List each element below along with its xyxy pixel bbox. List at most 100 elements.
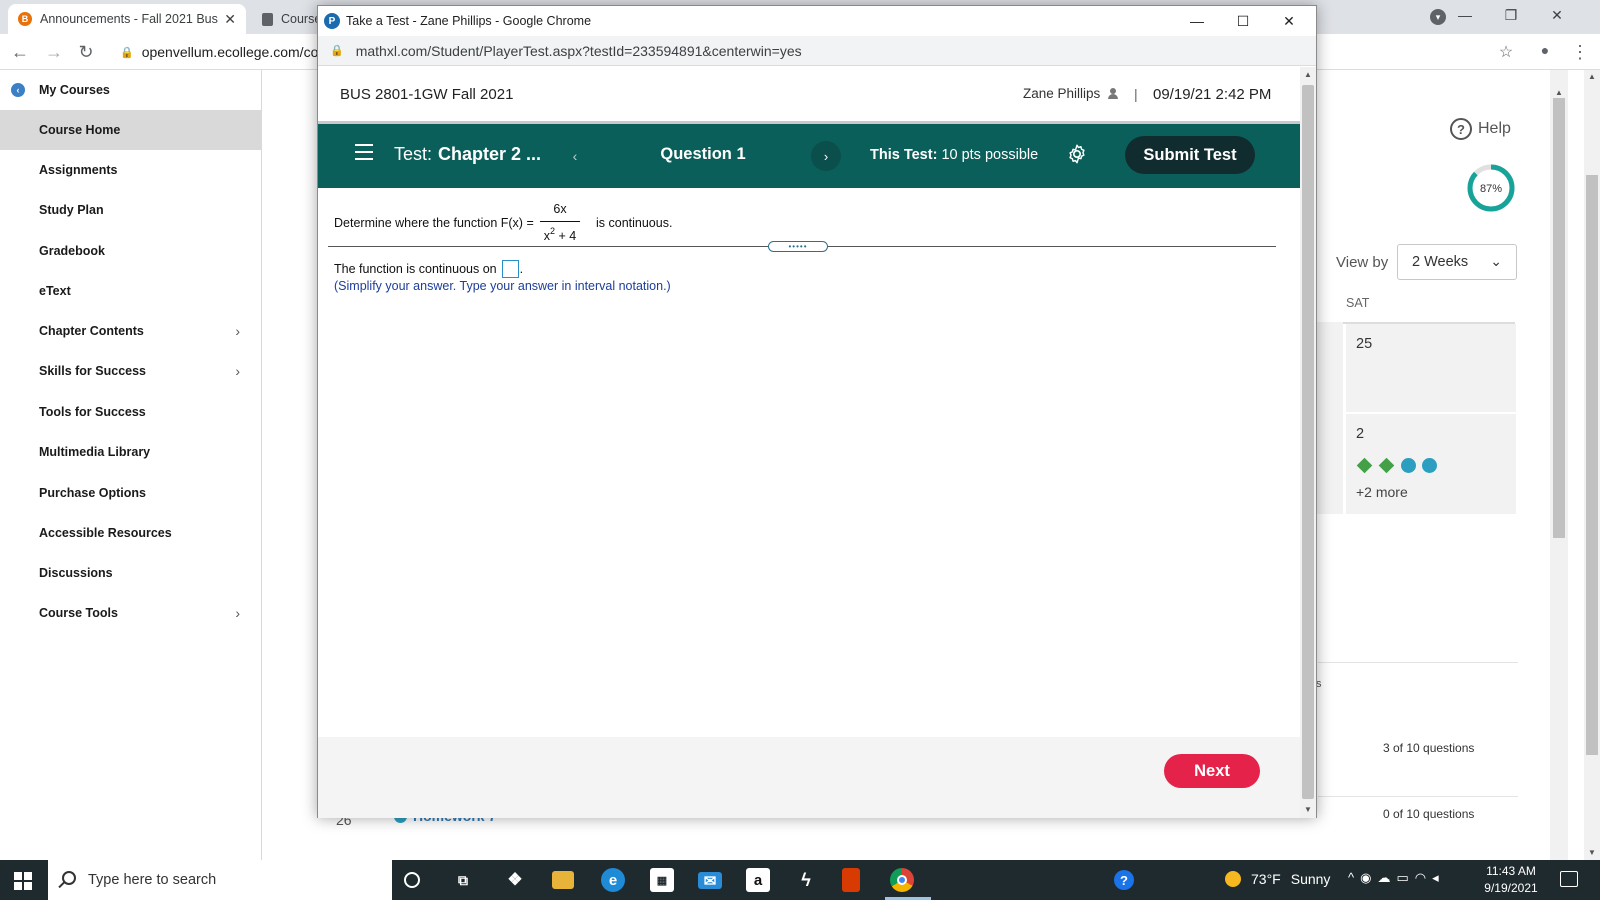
popup-window-title: Take a Test - Zane Phillips - Google Chr…	[346, 14, 592, 28]
calendar-cell[interactable]: 25	[1346, 324, 1516, 412]
store-icon[interactable]: ▦	[650, 868, 674, 892]
answer-suffix: .	[519, 262, 524, 276]
windows-start-icon[interactable]	[14, 872, 32, 890]
taskbar-clock[interactable]: 11:43 AM 9/19/2021	[1476, 863, 1546, 897]
sidebar-item-etext[interactable]: eText	[0, 271, 262, 311]
lock-icon: 🔒	[330, 45, 344, 57]
chevron-right-icon: ›	[235, 605, 240, 621]
calendar-cell[interactable]: 2 +2 more	[1346, 414, 1516, 514]
assignment-circle-icon[interactable]	[1422, 458, 1437, 473]
scroll-thumb[interactable]	[1302, 85, 1314, 799]
points-text: 10 pts possible	[941, 147, 1039, 163]
calendar-more-link[interactable]: +2 more	[1356, 484, 1408, 500]
window-scrollbar[interactable]: ▲ ▼	[1584, 70, 1600, 860]
sidebar-item-course-tools[interactable]: Course Tools ›	[0, 593, 262, 633]
taskbar-search-input[interactable]: Type here to search	[48, 860, 392, 900]
notification-icon[interactable]	[1560, 871, 1578, 887]
chevron-up-icon[interactable]: ^	[1348, 870, 1360, 885]
gear-icon[interactable]	[1066, 143, 1088, 165]
volume-icon[interactable]: ◂	[1432, 870, 1445, 885]
answer-input[interactable]	[501, 260, 519, 278]
sidebar-item-course-home[interactable]: Course Home	[0, 110, 262, 150]
back-arrow-icon[interactable]: ←	[10, 42, 30, 63]
help-question-icon[interactable]: ?	[1114, 870, 1134, 890]
view-by-select[interactable]: 2 Weeks ⌄	[1397, 244, 1517, 280]
lock-icon: 🔒	[120, 46, 134, 59]
reload-icon[interactable]: ↻	[76, 42, 96, 63]
mathxl-favicon: P	[324, 13, 340, 29]
app-bolt-icon[interactable]: ϟ	[794, 868, 818, 892]
battery-icon[interactable]: ▭	[1396, 870, 1414, 885]
address-bar[interactable]: 🔒 openvellum.ecollege.com/co	[120, 40, 318, 64]
scroll-down-icon[interactable]: ▼	[1588, 848, 1596, 857]
divider-drag-handle[interactable]: •••••	[768, 241, 828, 252]
onedrive-icon[interactable]: ☁	[1377, 870, 1396, 885]
minimize-icon[interactable]: —	[1442, 0, 1488, 30]
dropbox-icon[interactable]: ❖	[503, 868, 527, 892]
scroll-up-icon[interactable]: ▲	[1588, 72, 1596, 81]
progress-percent: 87%	[1480, 183, 1502, 195]
minimize-icon[interactable]: —	[1174, 6, 1220, 36]
profile-icon[interactable]: ●	[1535, 42, 1555, 58]
popup-address-bar[interactable]: 🔒 mathxl.com/Student/PlayerTest.aspx?tes…	[318, 36, 1316, 66]
wifi-icon[interactable]: ◠	[1415, 870, 1432, 885]
test-title[interactable]: Test: Chapter 2 ...	[394, 144, 541, 165]
close-tab-icon[interactable]: ✕	[224, 11, 236, 28]
sidebar-item-gradebook[interactable]: Gradebook	[0, 231, 262, 271]
page-scrollbar[interactable]: ▲	[1550, 70, 1568, 860]
scroll-up-icon[interactable]: ▲	[1304, 70, 1312, 79]
task-view-icon[interactable]: ⧉	[451, 868, 475, 892]
previous-question-button[interactable]: ‹	[560, 138, 590, 174]
popup-titlebar[interactable]: P Take a Test - Zane Phillips - Google C…	[318, 6, 1316, 36]
calendar-column	[1313, 322, 1343, 514]
test-datetime: 09/19/21 2:42 PM	[1153, 86, 1272, 103]
scroll-up-icon[interactable]: ▲	[1555, 88, 1563, 97]
clock-time: 11:43 AM	[1486, 864, 1536, 878]
scroll-down-icon[interactable]: ▼	[1304, 805, 1312, 814]
sidebar-item-accessible-resources[interactable]: Accessible Resources	[0, 513, 262, 553]
sidebar-item-tools-for-success[interactable]: Tools for Success	[0, 392, 262, 432]
scroll-thumb[interactable]	[1553, 98, 1565, 538]
help-link[interactable]: ? Help	[1450, 118, 1511, 140]
bookmark-star-icon[interactable]: ☆	[1496, 42, 1516, 62]
weather-desc: Sunny	[1290, 871, 1331, 887]
browser-tab-announcements[interactable]: B Announcements - Fall 2021 Busin ✕	[8, 4, 246, 34]
maximize-icon[interactable]: ☐	[1220, 6, 1266, 36]
sidebar-item-discussions[interactable]: Discussions	[0, 553, 262, 593]
sidebar-item-chapter-contents[interactable]: Chapter Contents ›	[0, 311, 262, 351]
sidebar-item-my-courses[interactable]: ‹ My Courses	[0, 70, 262, 110]
question-label[interactable]: Question 1	[618, 145, 788, 164]
close-window-icon[interactable]: ✕	[1266, 6, 1312, 36]
sidebar-item-purchase-options[interactable]: Purchase Options	[0, 473, 262, 513]
mail-icon[interactable]: ✉	[698, 872, 722, 890]
popup-scrollbar[interactable]: ▲ ▼	[1300, 67, 1316, 818]
forward-arrow-icon[interactable]: →	[44, 42, 64, 63]
sidebar-item-label: Assignments	[39, 163, 118, 177]
sidebar-item-skills-for-success[interactable]: Skills for Success ›	[0, 351, 262, 391]
edge-browser-icon[interactable]: e	[601, 868, 625, 892]
hamburger-menu-icon[interactable]	[355, 144, 373, 160]
office-icon[interactable]	[842, 868, 860, 892]
menu-kebab-icon[interactable]: ⋮	[1570, 42, 1590, 63]
next-button[interactable]: Next	[1164, 754, 1260, 788]
sidebar-item-multimedia-library[interactable]: Multimedia Library	[0, 432, 262, 472]
assignment-diamond-icon[interactable]	[1378, 457, 1395, 474]
cortana-icon[interactable]	[404, 872, 420, 888]
file-explorer-icon[interactable]	[552, 871, 574, 889]
close-window-icon[interactable]: ✕	[1534, 0, 1580, 30]
sidebar-item-label: Tools for Success	[39, 405, 146, 419]
sidebar-item-assignments[interactable]: Assignments	[0, 150, 262, 190]
assignment-diamond-icon[interactable]	[1356, 457, 1373, 474]
chrome-icon[interactable]	[890, 868, 914, 892]
assignment-circle-icon[interactable]	[1401, 458, 1416, 473]
weather-widget[interactable]: 73°F Sunny	[1225, 871, 1330, 887]
denominator-exponent: 2	[550, 226, 556, 236]
amazon-icon[interactable]: a	[746, 868, 770, 892]
meet-now-icon[interactable]: ◉	[1360, 870, 1377, 885]
restore-icon[interactable]: ❐	[1488, 0, 1534, 30]
system-tray[interactable]: ^◉☁▭◠◂	[1348, 870, 1445, 886]
submit-test-button[interactable]: Submit Test	[1125, 136, 1255, 174]
next-question-arrow-button[interactable]: ›	[811, 141, 841, 171]
scroll-thumb[interactable]	[1586, 175, 1598, 755]
sidebar-item-study-plan[interactable]: Study Plan	[0, 190, 262, 230]
